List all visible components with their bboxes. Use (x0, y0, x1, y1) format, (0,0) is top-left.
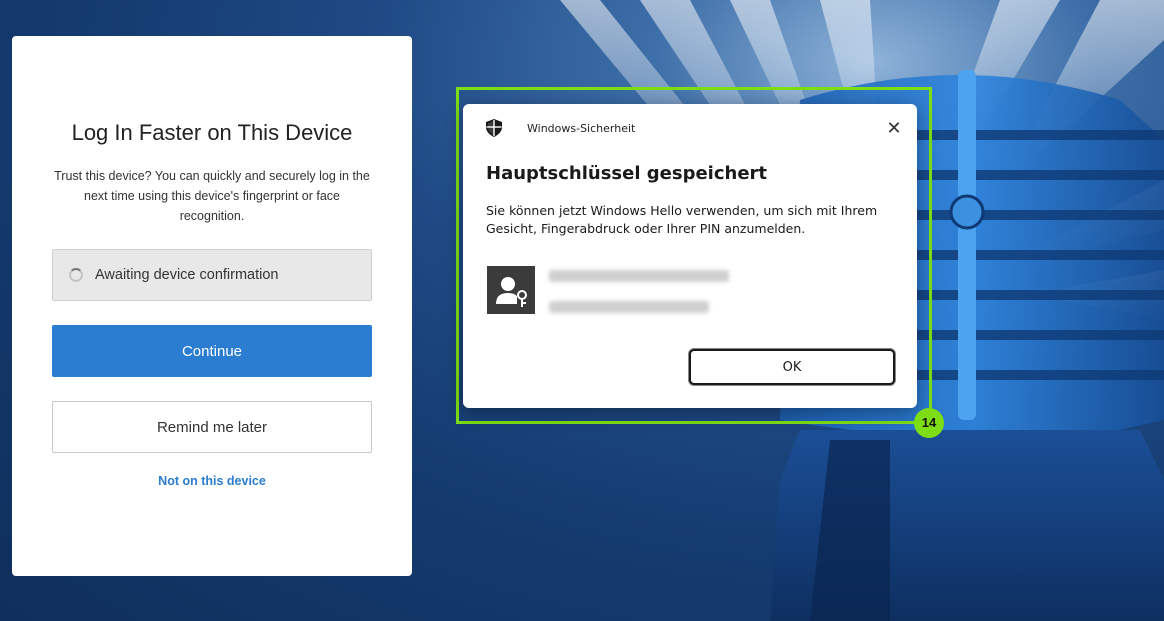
trust-device-description: Trust this device? You can quickly and s… (54, 169, 370, 223)
login-card: Log In Faster on This Device Trust this … (12, 36, 412, 576)
redacted-account-detail (549, 301, 709, 313)
user-key-icon (487, 266, 535, 314)
windows-security-dialog: Windows-Sicherheit ✕ Hauptschlüssel gesp… (463, 104, 917, 408)
ok-button[interactable]: OK (689, 349, 895, 385)
step-badge: 14 (914, 408, 944, 438)
remind-me-later-button[interactable]: Remind me later (52, 401, 372, 453)
dialog-app-name: Windows-Sicherheit (527, 122, 636, 135)
dialog-message: Sie können jetzt Windows Hello verwenden… (486, 203, 878, 236)
continue-button[interactable]: Continue (52, 325, 372, 377)
close-icon[interactable]: ✕ (881, 116, 907, 142)
shield-icon (486, 119, 502, 137)
spinner-icon (69, 268, 83, 282)
redacted-account-name (549, 270, 729, 282)
not-on-this-device-link[interactable]: Not on this device (12, 474, 412, 488)
page-title: Log In Faster on This Device (71, 120, 353, 145)
dialog-title: Hauptschlüssel gespeichert (486, 163, 768, 184)
status-text: Awaiting device confirmation (95, 267, 279, 283)
device-confirmation-status: Awaiting device confirmation (52, 249, 372, 301)
